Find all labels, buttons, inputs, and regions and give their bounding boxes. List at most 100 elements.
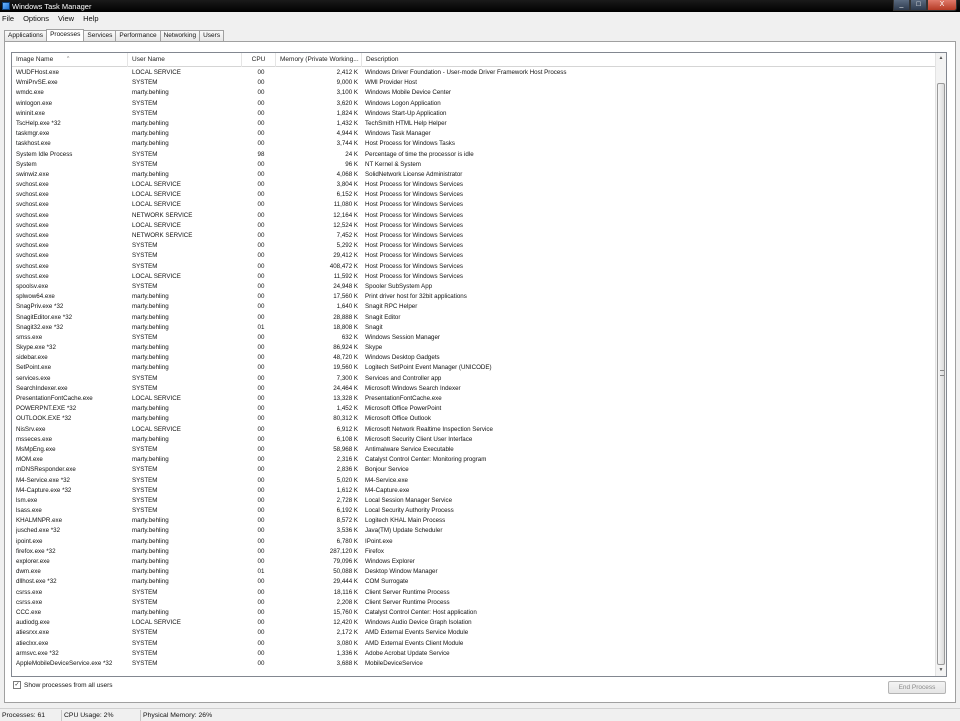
process-row[interactable]: lsass.exe SYSTEM 00 6,192 K Local Security A…: [12, 506, 936, 516]
menu-help[interactable]: Help: [83, 14, 98, 23]
end-process-button[interactable]: End Process: [888, 681, 946, 694]
process-memory: 24,948 K: [333, 282, 358, 290]
process-row[interactable]: POWERPNT.EXE *32 marty.behling 00 1,452 K Mi…: [12, 404, 936, 414]
process-row[interactable]: ipoint.exe marty.behling 00 6,780 K IPoint.e…: [12, 537, 936, 547]
process-row[interactable]: Skype.exe *32 marty.behling 00 86,924 K Skyp…: [12, 343, 936, 353]
process-row[interactable]: svchost.exe NETWORK SERVICE 00 7,452 K Host …: [12, 231, 936, 241]
process-row[interactable]: MsMpEng.exe SYSTEM 00 58,968 K Antimalware S…: [12, 445, 936, 455]
process-row[interactable]: NisSrv.exe LOCAL SERVICE 00 6,912 K Microsof…: [12, 425, 936, 435]
process-row[interactable]: Snagit32.exe *32 marty.behling 01 18,808 K S…: [12, 323, 936, 333]
process-row[interactable]: explorer.exe marty.behling 00 79,096 K Windo…: [12, 557, 936, 567]
process-row[interactable]: audiodg.exe LOCAL SERVICE 00 12,420 K Window…: [12, 618, 936, 628]
process-row[interactable]: WUDFHost.exe LOCAL SERVICE 00 2,412 K Window…: [12, 68, 936, 78]
process-memory: 29,412 K: [333, 252, 358, 260]
scrollbar-thumb[interactable]: [937, 83, 945, 665]
process-row[interactable]: SnagPriv.exe *32 marty.behling 00 1,640 K Sn…: [12, 302, 936, 312]
column-header-user-name[interactable]: User Name: [128, 53, 242, 67]
process-row[interactable]: wmdc.exe marty.behling 00 3,100 K Windows Mo…: [12, 88, 936, 98]
process-cpu: 00: [257, 303, 265, 311]
process-description: Skype: [365, 344, 383, 352]
column-header-cpu[interactable]: CPU: [242, 53, 276, 67]
process-row[interactable]: svchost.exe LOCAL SERVICE 00 12,524 K Host P…: [12, 221, 936, 231]
process-description: Host Process for Windows Services: [365, 232, 463, 239]
process-row[interactable]: svchost.exe SYSTEM 00 5,292 K Host Process f…: [12, 241, 936, 251]
process-cpu: 00: [257, 517, 265, 525]
scroll-up-arrow-icon[interactable]: ▲: [936, 53, 946, 64]
process-row[interactable]: atiesrxx.exe SYSTEM 00 2,172 K AMD External …: [12, 628, 936, 638]
process-cpu: 00: [257, 558, 265, 565]
process-row[interactable]: sidebar.exe marty.behling 00 48,720 K Window…: [12, 353, 936, 363]
process-row[interactable]: M4-Capture.exe *32 SYSTEM 00 1,612 K M4-Capt…: [12, 486, 936, 496]
process-row[interactable]: taskmgr.exe marty.behling 00 4,944 K Windows…: [12, 129, 936, 139]
tab-processes[interactable]: Processes: [46, 29, 85, 41]
tab-applications[interactable]: Applications: [4, 30, 48, 41]
process-row[interactable]: svchost.exe LOCAL SERVICE 00 11,080 K Host P…: [12, 200, 936, 210]
process-row[interactable]: TscHelp.exe *32 marty.behling 00 1,432 K Tec…: [12, 119, 936, 129]
menu-options[interactable]: Options: [23, 14, 49, 23]
column-header-image-name[interactable]: Image Name ^: [12, 53, 128, 67]
process-row[interactable]: MOM.exe marty.behling 00 2,316 K Catalyst Co…: [12, 455, 936, 465]
process-row[interactable]: taskhost.exe marty.behling 00 3,744 K Host P…: [12, 139, 936, 149]
process-row[interactable]: svchost.exe SYSTEM 00 408,472 K Host Process…: [12, 262, 936, 272]
close-button[interactable]: X: [927, 0, 957, 11]
process-row[interactable]: smss.exe SYSTEM 00 632 K Windows Session Man…: [12, 333, 936, 343]
minimize-button[interactable]: _: [893, 0, 910, 11]
tab-performance[interactable]: Performance: [115, 30, 161, 41]
tab-services[interactable]: Services: [83, 30, 117, 41]
process-row[interactable]: firefox.exe *32 marty.behling 00 287,120 K F…: [12, 547, 936, 557]
process-description: TechSmith HTML Help Helper: [365, 119, 447, 127]
process-image-name: svchost.exe: [16, 232, 49, 239]
process-row[interactable]: armsvc.exe *32 SYSTEM 00 1,336 K Adobe Acrob…: [12, 649, 936, 659]
process-row[interactable]: jusched.exe *32 marty.behling 00 3,536 K Jav…: [12, 526, 936, 536]
process-row[interactable]: swinwiz.exe marty.behling 00 4,068 K SolidNe…: [12, 170, 936, 180]
process-row[interactable]: msseces.exe marty.behling 00 6,108 K Microso…: [12, 435, 936, 445]
process-row[interactable]: KHALMNPR.exe marty.behling 00 8,572 K Logite…: [12, 516, 936, 526]
process-row[interactable]: dllhost.exe *32 marty.behling 00 29,444 K CO…: [12, 577, 936, 587]
process-row[interactable]: svchost.exe NETWORK SERVICE 00 12,164 K Host…: [12, 211, 936, 221]
process-row[interactable]: splwow64.exe marty.behling 00 17,560 K Print…: [12, 292, 936, 302]
process-row[interactable]: OUTLOOK.EXE *32 marty.behling 00 80,312 K Mi…: [12, 414, 936, 424]
process-row[interactable]: lsm.exe SYSTEM 00 2,728 K Local Session Mana…: [12, 496, 936, 506]
vertical-scrollbar[interactable]: ▲ ▼: [935, 53, 946, 676]
tab-networking[interactable]: Networking: [159, 30, 201, 41]
show-all-users-label[interactable]: Show processes from all users: [24, 682, 113, 689]
process-row[interactable]: SnagitEditor.exe *32 marty.behling 00 28,88…: [12, 313, 936, 323]
scroll-down-arrow-icon[interactable]: ▼: [936, 665, 946, 676]
process-row[interactable]: AppleMobileDeviceService.exe *32 SYSTEM 00…: [12, 659, 936, 669]
process-row[interactable]: System Idle Process SYSTEM 98 24 K Percentag…: [12, 150, 936, 160]
column-header-memory[interactable]: Memory (Private Working...: [276, 53, 362, 67]
process-row[interactable]: atieclxx.exe SYSTEM 00 3,080 K AMD External …: [12, 639, 936, 649]
show-all-users-option[interactable]: ✓ Show processes from all users: [13, 681, 113, 689]
process-row[interactable]: svchost.exe LOCAL SERVICE 00 11,592 K Host P…: [12, 272, 936, 282]
menu-view[interactable]: View: [58, 14, 74, 23]
process-row[interactable]: svchost.exe SYSTEM 00 29,412 K Host Process …: [12, 251, 936, 261]
process-row[interactable]: System SYSTEM 00 96 K NT Kernel & System: [12, 160, 936, 170]
process-row[interactable]: mDNSResponder.exe SYSTEM 00 2,836 K Bonjour …: [12, 465, 936, 475]
title-bar[interactable]: Windows Task Manager _ □ X: [0, 0, 960, 12]
process-row[interactable]: PresentationFontCache.exe LOCAL SERVICE 00…: [12, 394, 936, 404]
status-process-count: Processes: 61: [0, 709, 62, 721]
process-list[interactable]: Image Name ^ User Name CPU Memory (Priva…: [11, 52, 947, 677]
process-row[interactable]: winlogon.exe SYSTEM 00 3,620 K Windows Logon…: [12, 99, 936, 109]
process-memory: 3,100 K: [336, 89, 358, 97]
process-cpu: 00: [257, 354, 265, 362]
process-row[interactable]: svchost.exe LOCAL SERVICE 00 6,152 K Host Pr…: [12, 190, 936, 200]
process-row[interactable]: WmiPrvSE.exe SYSTEM 00 9,000 K WMI Provider …: [12, 78, 936, 88]
process-row[interactable]: spoolsv.exe SYSTEM 00 24,948 K Spooler SubSy…: [12, 282, 936, 292]
process-row[interactable]: csrss.exe SYSTEM 00 2,208 K Client Server Ru…: [12, 598, 936, 608]
process-row[interactable]: CCC.exe marty.behling 00 15,760 K Catalyst C…: [12, 608, 936, 618]
maximize-button[interactable]: □: [910, 0, 927, 11]
column-header-description[interactable]: Description: [362, 53, 936, 67]
process-row[interactable]: SetPoint.exe marty.behling 00 19,560 K Logit…: [12, 363, 936, 373]
menu-file[interactable]: File: [2, 14, 14, 23]
process-image-name: KHALMNPR.exe: [16, 517, 63, 525]
process-row[interactable]: csrss.exe SYSTEM 00 18,116 K Client Server R…: [12, 588, 936, 598]
process-row[interactable]: SearchIndexer.exe SYSTEM 00 24,464 K Microso…: [12, 384, 936, 394]
process-row[interactable]: svchost.exe LOCAL SERVICE 00 3,804 K Host Pr…: [12, 180, 936, 190]
process-row[interactable]: services.exe SYSTEM 00 7,300 K Services and …: [12, 374, 936, 384]
process-row[interactable]: wininit.exe SYSTEM 00 1,824 K Windows Start-…: [12, 109, 936, 119]
process-row[interactable]: M4-Service.exe *32 SYSTEM 00 5,020 K M4-Serv…: [12, 476, 936, 486]
tab-users[interactable]: Users: [199, 30, 225, 41]
show-all-users-checkbox[interactable]: ✓: [13, 681, 21, 689]
process-row[interactable]: dwm.exe marty.behling 01 50,088 K Desktop Wi…: [12, 567, 936, 577]
